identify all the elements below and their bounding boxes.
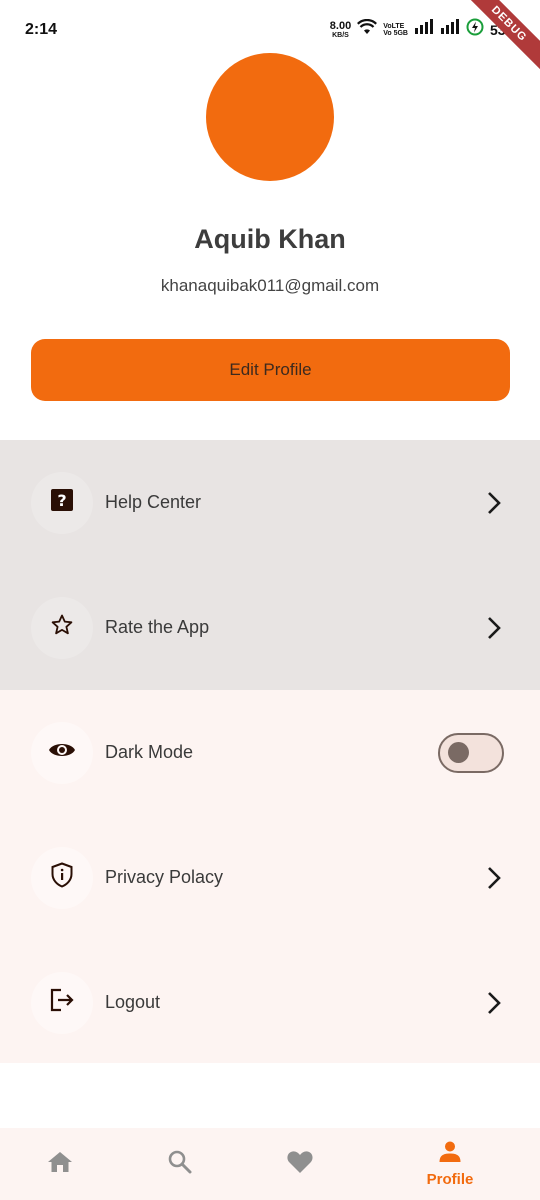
star-icon-container	[31, 596, 93, 659]
dark-mode-label: Dark Mode	[105, 742, 194, 762]
bottom-navigation: Profile	[0, 1128, 540, 1200]
nav-home[interactable]	[0, 1128, 120, 1200]
chevron-right-icon	[484, 989, 504, 1017]
nav-favorites[interactable]	[240, 1128, 360, 1200]
help-icon: ?	[50, 488, 74, 517]
dark-mode-toggle[interactable]	[438, 732, 504, 773]
chevron-right-icon	[484, 864, 504, 892]
menu-item-privacy-policy[interactable]: Privacy Polacy	[0, 815, 540, 940]
chevron-right-icon	[484, 489, 504, 517]
signal-icon-2	[440, 19, 460, 40]
nav-search[interactable]	[120, 1128, 240, 1200]
chevron-right-icon	[484, 614, 504, 642]
network-speed: 8.00 KB/S	[329, 19, 352, 39]
toggle-knob	[448, 741, 469, 763]
user-email: khanaquibak011@gmail.com	[160, 276, 380, 295]
nav-profile[interactable]: Profile	[390, 1128, 510, 1200]
privacy-policy-label: Privacy Polacy	[105, 867, 224, 887]
volte-indicator: VoLTE Vo 5GB	[383, 23, 408, 37]
menu-item-rate-app[interactable]: Rate the App	[0, 565, 540, 690]
network-speed-value: 8.00	[329, 19, 352, 32]
eye-icon-container	[31, 721, 93, 784]
heart-icon	[286, 1149, 314, 1180]
shield-icon-container	[31, 846, 93, 909]
help-icon-container: ?	[31, 471, 93, 534]
support-section: ? Help Center Rate the App	[0, 440, 540, 690]
rate-app-label: Rate the App	[105, 617, 210, 637]
volte-line1: VoLTE	[383, 22, 405, 30]
nav-profile-label: Profile	[426, 1171, 474, 1188]
help-center-label: Help Center	[105, 492, 202, 512]
volte-line2: Vo 5GB	[383, 29, 408, 37]
signal-icon	[414, 19, 434, 40]
battery-charging-icon	[466, 18, 484, 41]
home-icon	[47, 1150, 73, 1179]
menu-item-logout[interactable]: Logout	[0, 940, 540, 1065]
logout-icon	[49, 988, 75, 1017]
svg-text:?: ?	[57, 491, 66, 510]
wifi-icon	[357, 18, 378, 40]
logout-icon-container	[31, 971, 93, 1034]
shield-info-icon	[50, 862, 74, 893]
menu-item-dark-mode: Dark Mode	[0, 690, 540, 815]
network-speed-unit: KB/S	[332, 31, 349, 39]
status-icons: 8.00 KB/S VoLTE Vo 5GB 53%	[330, 18, 518, 41]
star-icon	[50, 613, 74, 642]
status-bar: 2:14 8.00 KB/S VoLTE Vo 5GB 53% DEBUG	[0, 0, 540, 78]
menu-item-help-center[interactable]: ? Help Center	[0, 440, 540, 565]
person-icon	[438, 1140, 462, 1169]
user-name: Aquib Khan	[194, 224, 346, 254]
edit-profile-button[interactable]: Edit Profile	[31, 339, 510, 401]
avatar[interactable]	[206, 53, 334, 181]
settings-section: Dark Mode Privacy Polacy Logout	[0, 690, 540, 1063]
eye-icon	[48, 740, 76, 765]
status-time: 2:14	[25, 21, 58, 38]
search-icon	[167, 1149, 193, 1180]
logout-label: Logout	[105, 992, 161, 1012]
